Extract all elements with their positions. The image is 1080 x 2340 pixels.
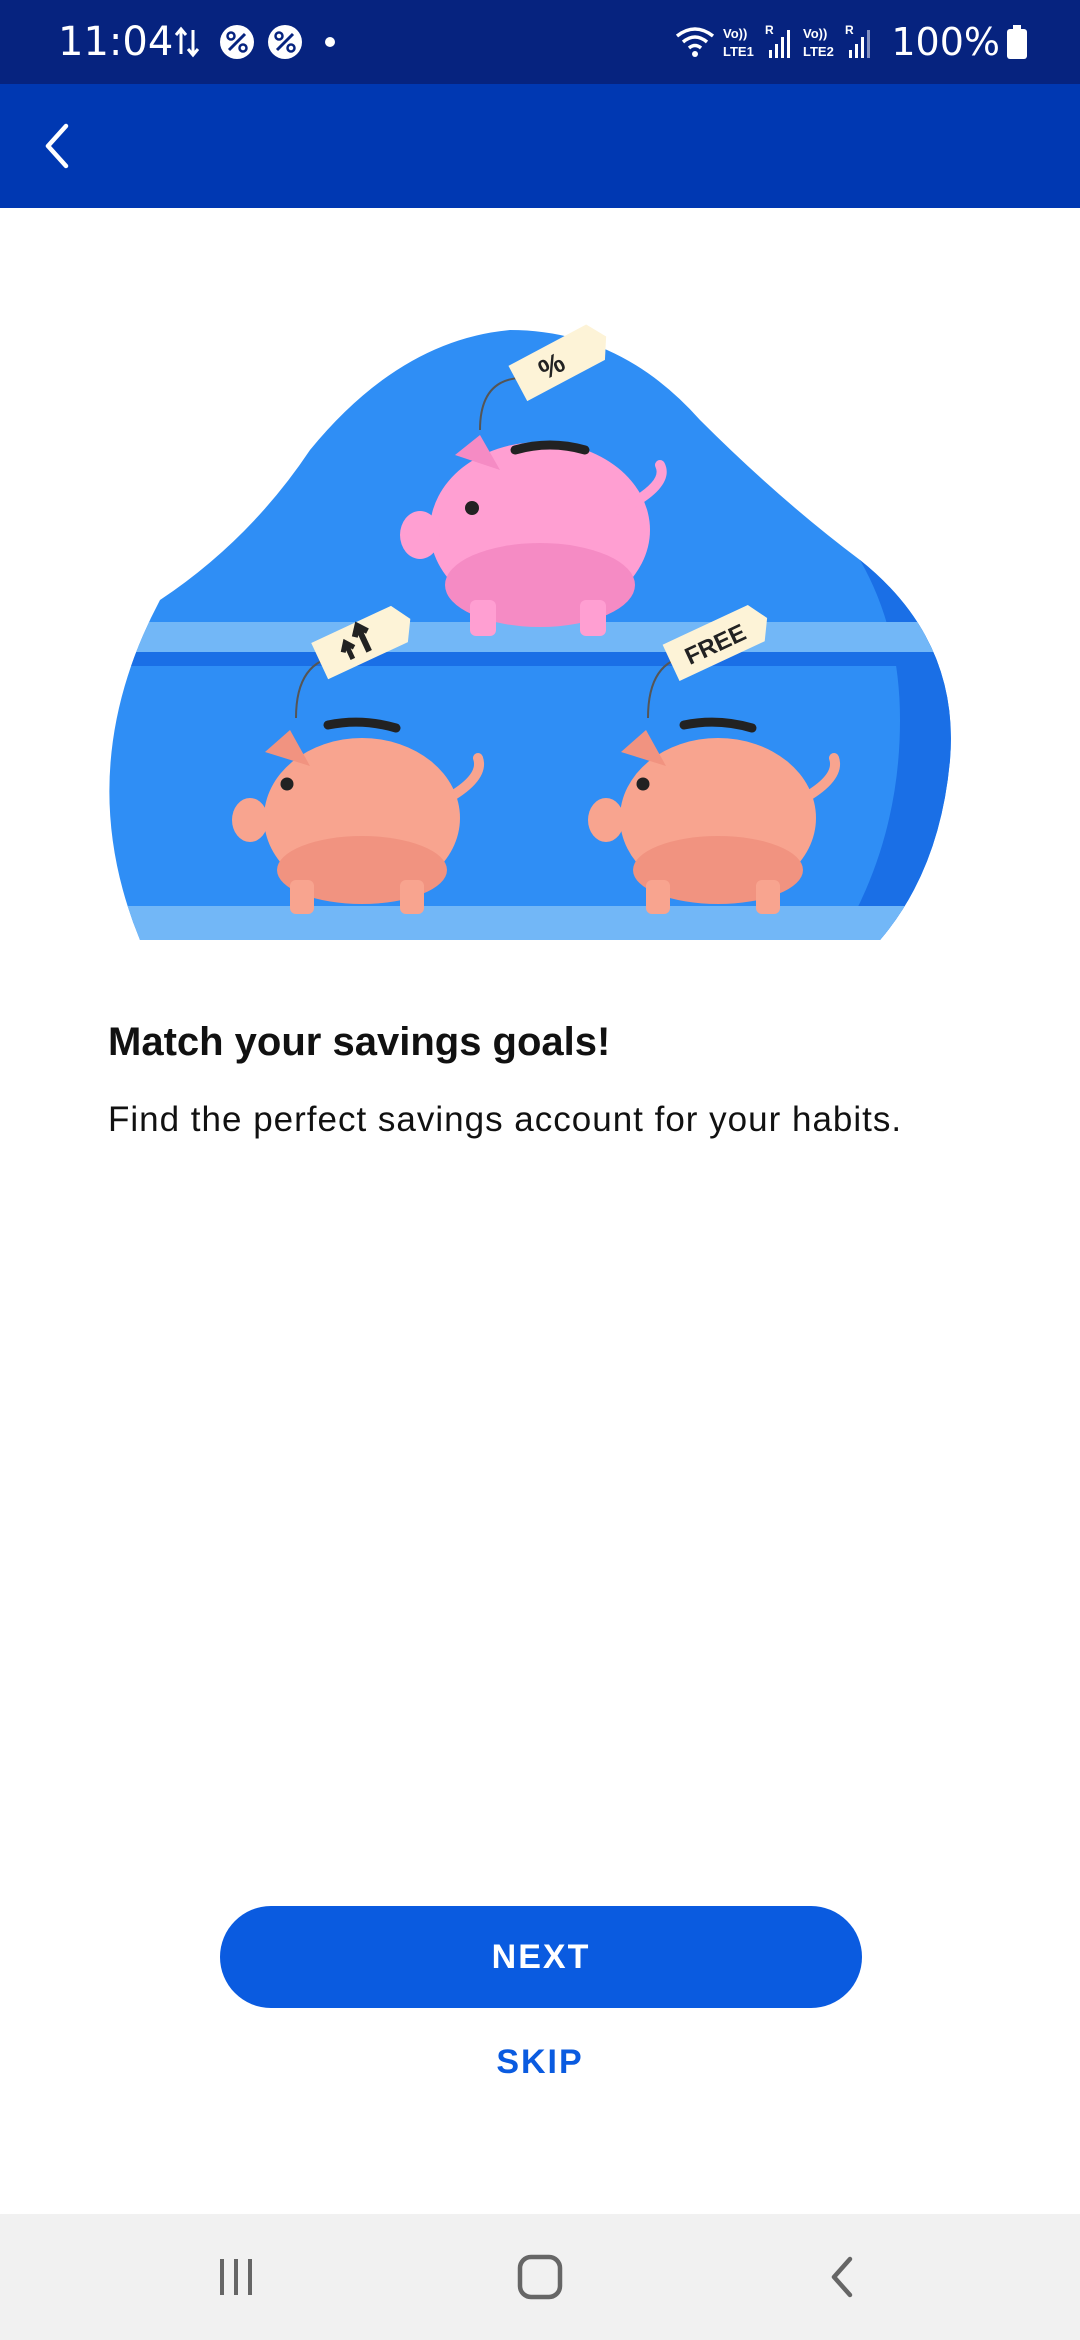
back-button[interactable] [22, 110, 94, 182]
app-notification-icon [268, 25, 302, 59]
hero-illustration: % FREE [100, 300, 980, 940]
recent-apps-button[interactable] [186, 2240, 286, 2314]
lte1-signal-icon: Vo)) LTE1 R [723, 23, 791, 59]
home-button[interactable] [490, 2240, 590, 2314]
app-notification-icon [220, 25, 254, 59]
data-transfer-icon [174, 26, 200, 58]
svg-text:LTE1: LTE1 [723, 44, 754, 59]
status-left-icons [172, 20, 338, 64]
home-icon [517, 2254, 563, 2300]
page-title: Match your savings goals! [108, 1020, 611, 1064]
piggy-banks-illustration: % FREE [109, 324, 951, 940]
back-icon [831, 2256, 853, 2298]
dot-icon [325, 37, 335, 47]
page-subtitle: Find the perfect savings account for you… [108, 1100, 903, 1139]
recent-apps-icon [220, 2259, 252, 2295]
battery-percent: 100% [891, 20, 1000, 64]
svg-text:R: R [845, 23, 854, 37]
status-bar: 11:04 Vo)) LTE1 R Vo)) LTE2 R 100% [0, 0, 1080, 84]
system-nav-bar [0, 2214, 1080, 2340]
nav-back-button[interactable] [792, 2240, 892, 2314]
battery-icon [1007, 25, 1027, 59]
skip-button[interactable]: SKIP [440, 2030, 640, 2094]
app-bar [0, 84, 1080, 208]
next-button[interactable]: NEXT [220, 1906, 862, 2008]
chevron-left-icon [45, 123, 69, 169]
svg-text:R: R [765, 23, 774, 37]
svg-text:LTE2: LTE2 [803, 44, 834, 59]
svg-text:Vo)): Vo)) [803, 26, 827, 41]
wifi-icon [676, 27, 715, 57]
svg-text:Vo)): Vo)) [723, 26, 747, 41]
status-time: 11:04 [58, 19, 174, 65]
status-right-icons: Vo)) LTE1 R Vo)) LTE2 R 100% [673, 16, 1028, 68]
lte2-signal-icon: Vo)) LTE2 R [803, 23, 871, 59]
